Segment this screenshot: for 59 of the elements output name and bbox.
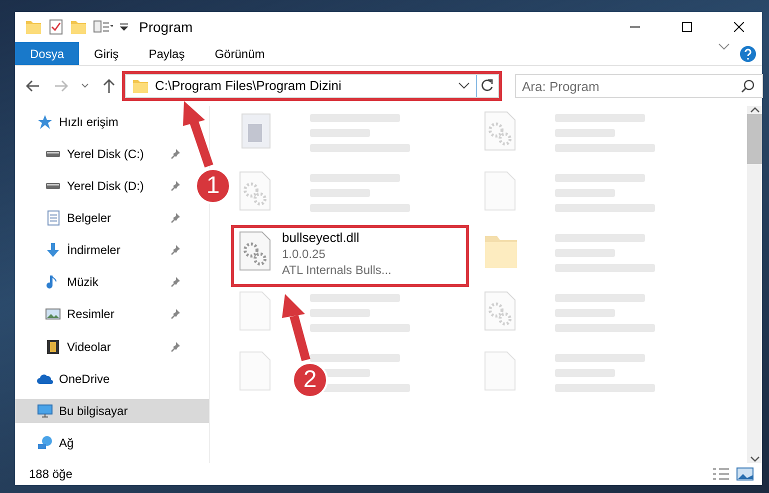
pin-icon[interactable] — [169, 308, 181, 320]
network-icon — [37, 434, 53, 451]
dropdown-icon[interactable] — [119, 22, 129, 32]
drive-icon — [46, 183, 60, 190]
nav-item[interactable]: Ağ — [15, 430, 209, 455]
nav-item[interactable]: Resimler — [15, 302, 191, 326]
up-arrow-icon — [101, 78, 117, 94]
scroll-up-icon[interactable] — [750, 106, 760, 114]
drive-icon — [46, 151, 60, 158]
help-icon[interactable] — [740, 46, 756, 62]
details-view-icon[interactable] — [712, 467, 730, 481]
file-detail: 1.0.0.25 — [282, 246, 326, 262]
arrow-drawing — [282, 294, 310, 362]
picture-icon — [45, 306, 61, 322]
film-icon — [45, 338, 61, 355]
back-arrow-icon — [25, 78, 41, 94]
ribbon-tab[interactable]: Paylaş — [134, 42, 200, 65]
item-count: 188 öğe — [29, 466, 72, 483]
checkmark-document-icon[interactable] — [48, 19, 64, 35]
nav-item[interactable]: Belgeler — [15, 206, 191, 230]
pin-icon[interactable] — [169, 148, 181, 160]
nav-item[interactable]: Bu bilgisayar — [15, 398, 209, 423]
nav-item[interactable]: Müzik — [15, 270, 191, 294]
pin-icon[interactable] — [169, 340, 181, 353]
scroll-thumb[interactable] — [747, 114, 762, 164]
down-arrow-icon — [45, 242, 61, 258]
nav-item[interactable]: Videolar — [15, 334, 191, 359]
search-field[interactable]: Ara: Program — [515, 74, 763, 98]
chevron-down-icon[interactable] — [458, 81, 470, 91]
file-detail: ATL Internals Bulls... — [282, 262, 392, 278]
forward-arrow-icon — [53, 78, 69, 94]
scroll-down-icon[interactable] — [750, 455, 760, 463]
pin-icon[interactable] — [169, 212, 181, 224]
pin-icon[interactable] — [169, 276, 181, 288]
file-item[interactable]: bullseyectl.dll 1.0.0.25 ATL Internals Bulls... — [232, 226, 468, 286]
nav-item[interactable]: Hızlı erişim — [15, 110, 209, 134]
large-icons-view-icon[interactable] — [736, 467, 754, 481]
ribbon-tab[interactable]: Dosya — [15, 42, 80, 65]
scrollbar[interactable] — [747, 106, 762, 463]
nav-item[interactable]: OneDrive — [15, 366, 209, 391]
document-icon — [45, 210, 61, 226]
properties-icon[interactable] — [93, 20, 113, 34]
window-title: Program — [139, 18, 193, 37]
nav-item[interactable]: Yerel Disk (C:) — [15, 142, 191, 166]
close-icon — [734, 22, 744, 32]
maximize-icon — [682, 22, 692, 32]
nav-item[interactable]: Yerel Disk (D:) — [15, 174, 191, 198]
pin-icon[interactable] — [169, 180, 181, 192]
arrow-drawing — [183, 101, 214, 168]
pin-icon[interactable] — [169, 244, 181, 256]
computer-icon — [37, 402, 53, 419]
ribbon-tab[interactable]: Görünüm — [200, 42, 280, 65]
address-path: C:\Program Files\Program Dizini — [155, 77, 342, 96]
nav-item[interactable]: İndirmeler — [15, 238, 191, 262]
address-bar[interactable]: C:\Program Files\Program Dizini — [125, 74, 499, 98]
ribbon-tab[interactable]: Giriş — [79, 42, 134, 65]
folder-icon — [132, 77, 149, 95]
file-name: bullseyectl.dll — [282, 230, 360, 246]
star-icon — [37, 114, 53, 130]
